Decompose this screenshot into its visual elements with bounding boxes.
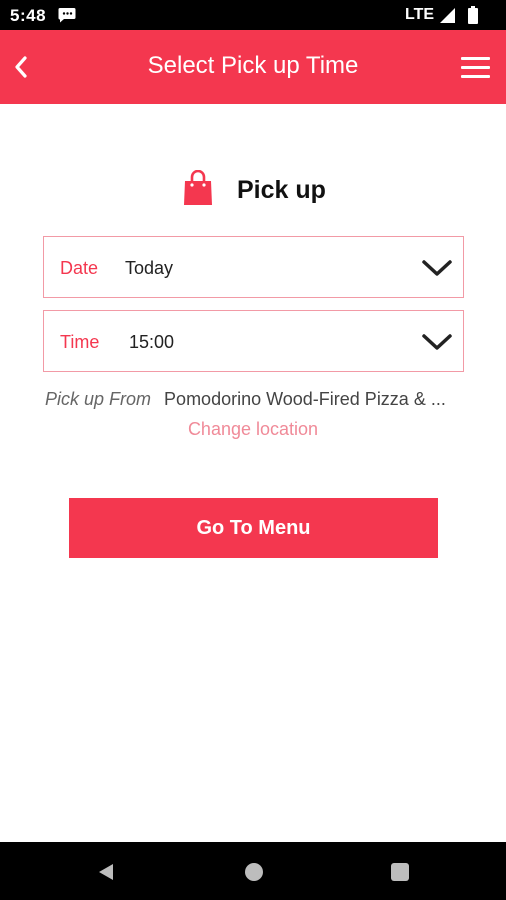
status-bar: 5:48 LTE [0, 0, 506, 30]
page-title: Select Pick up Time [147, 52, 359, 79]
date-select[interactable]: Date Today [43, 236, 464, 298]
network-type: LTE [405, 6, 435, 23]
time-value: 15:00 [129, 332, 175, 352]
app-bar: Select Pick up Time [0, 30, 506, 104]
signal-icon [440, 8, 455, 23]
shopping-bag-icon [184, 170, 212, 205]
chevron-down-icon [422, 260, 452, 276]
chevron-left-icon [15, 56, 27, 78]
pickup-location: Pick up From Pomodorino Wood-Fired Pizza… [45, 389, 465, 410]
chevron-down-icon [422, 334, 452, 350]
pickup-location-name: Pomodorino Wood-Fired Pizza & ... [164, 389, 446, 409]
status-time: 5:48 [10, 6, 47, 25]
nav-recent-apps-icon[interactable] [391, 863, 409, 881]
date-value: Today [125, 258, 174, 278]
go-to-menu-button[interactable]: Go To Menu [69, 498, 438, 558]
time-select[interactable]: Time 15:00 [43, 310, 464, 372]
nav-back-icon[interactable] [96, 862, 116, 882]
pickup-header: Pick up [0, 166, 506, 212]
hamburger-menu-icon [461, 56, 490, 60]
nav-home-icon[interactable] [245, 863, 263, 881]
back-button[interactable] [6, 52, 36, 82]
battery-icon [468, 6, 478, 24]
pickup-title: Pick up [237, 176, 326, 204]
date-label: Date [60, 258, 99, 278]
pickup-from-label: Pick up From [45, 389, 152, 409]
navigation-bar [0, 842, 506, 900]
time-label: Time [60, 332, 100, 352]
menu-button[interactable] [458, 52, 494, 82]
message-icon [58, 8, 76, 23]
change-location-link[interactable]: Change location [0, 419, 506, 440]
